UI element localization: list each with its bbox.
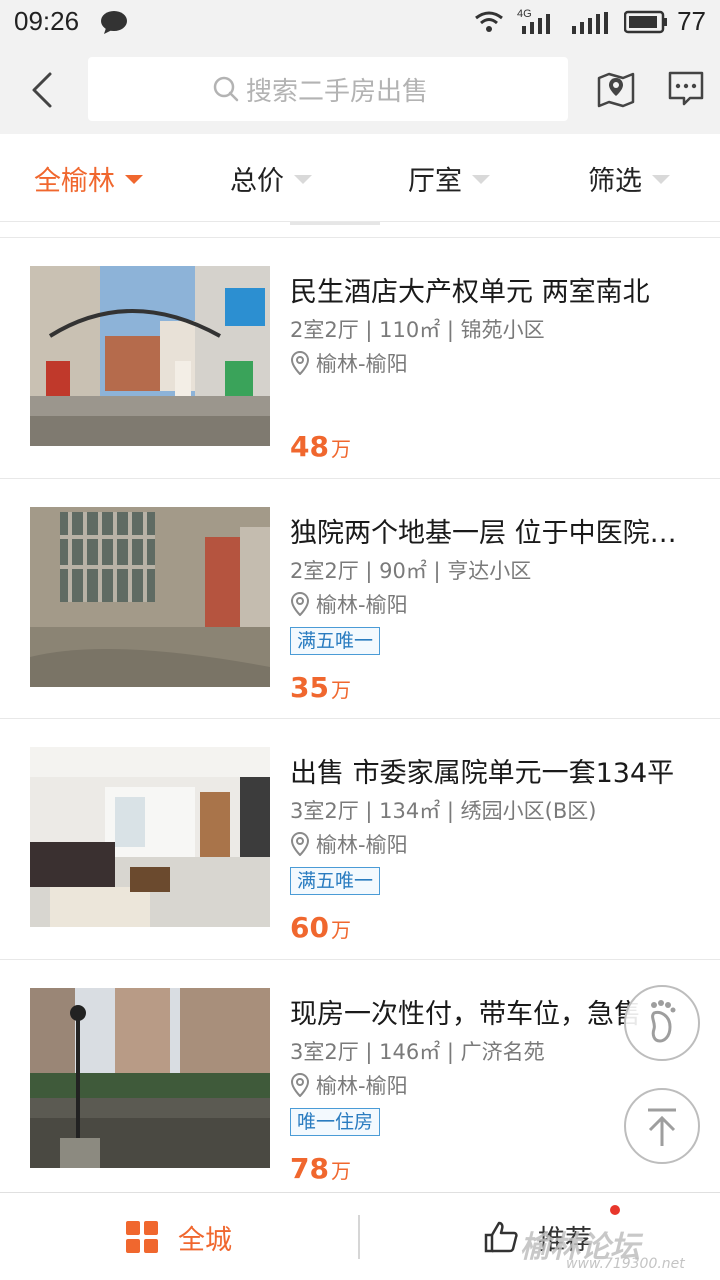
caret-down-icon [294, 174, 312, 184]
location-pin-icon [290, 832, 310, 856]
status-time: 09:26 [14, 6, 80, 36]
chevron-left-icon [32, 72, 52, 108]
battery-level: 77 [677, 6, 706, 36]
filter-region-label: 全榆林 [34, 165, 115, 197]
filter-more-label: 筛选 [588, 165, 642, 197]
status-bar: 09:26 4G 77 [0, 0, 720, 44]
listing-location-text: 榆林-榆阳 [316, 352, 408, 376]
caret-down-icon [472, 174, 490, 184]
wifi-icon [474, 10, 504, 38]
listing-price: 48 万 [290, 430, 351, 463]
map-pin-icon [597, 72, 635, 108]
listing-location: 榆林-榆阳 [290, 348, 408, 378]
listing-title: 独院两个地基一层 位于中医院附近 [290, 518, 690, 549]
listing-card[interactable]: 民生酒店大产权单元 两室南北 2室2厅 | 110㎡ | 锦苑小区 榆林-榆阳 … [0, 237, 720, 477]
listing-location-text: 榆林-榆阳 [316, 1074, 408, 1098]
thumbs-up-icon [484, 1221, 518, 1253]
price-unit: 万 [330, 678, 351, 702]
search-icon [213, 76, 239, 102]
listing-location: 榆林-榆阳 [290, 829, 408, 859]
location-pin-icon [290, 351, 310, 375]
listing-card[interactable]: 现房一次性付，带车位，急售 3室2厅 | 146㎡ | 广济名苑 榆林-榆阳 唯… [0, 959, 720, 1192]
signal-icon-2 [570, 12, 610, 38]
chat-bubble-icon [668, 71, 704, 106]
filter-rooms-label: 厅室 [408, 165, 462, 197]
listing-specs: 2室2厅 | 90㎡ | 亨达小区 [290, 559, 532, 583]
search-header: 搜索二手房出售 [0, 44, 720, 134]
location-pin-icon [290, 1073, 310, 1097]
search-input[interactable]: 搜索二手房出售 [88, 57, 568, 121]
listing-location-text: 榆林-榆阳 [316, 593, 408, 617]
listing-card[interactable]: 独院两个地基一层 位于中医院附近 2室2厅 | 90㎡ | 亨达小区 榆林-榆阳… [0, 478, 720, 718]
messages-button[interactable] [666, 68, 706, 108]
listing-tag: 满五唯一 [290, 867, 381, 895]
listing-list[interactable]: 民生酒店大产权单元 两室南北 2室2厅 | 110㎡ | 锦苑小区 榆林-榆阳 … [0, 222, 720, 1192]
grid-icon [126, 1221, 158, 1253]
back-to-top-button[interactable] [624, 1088, 700, 1164]
notification-dot [610, 1205, 620, 1215]
signal-icon-1 [520, 12, 556, 38]
battery-icon [623, 10, 668, 38]
listing-specs: 3室2厅 | 146㎡ | 广济名苑 [290, 1040, 545, 1064]
price-unit: 万 [330, 437, 351, 461]
listing-location-text: 榆林-榆阳 [316, 833, 408, 857]
price-value: 60 [290, 911, 329, 944]
tab-city[interactable]: 全城 [126, 1193, 232, 1280]
price-value: 35 [290, 671, 329, 704]
footprint-icon [651, 1000, 676, 1043]
listing-price: 35 万 [290, 671, 351, 704]
listing-specs: 2室2厅 | 110㎡ | 锦苑小区 [290, 318, 545, 342]
listing-location: 榆林-榆阳 [290, 589, 408, 619]
previous-item-edge [290, 222, 380, 225]
search-placeholder: 搜索二手房出售 [246, 77, 429, 107]
listing-card[interactable]: 出售 市委家属院单元一套134平 3室2厅 | 134㎡ | 绣园小区(B区) … [0, 718, 720, 958]
listing-photo [30, 266, 270, 446]
listing-specs: 3室2厅 | 134㎡ | 绣园小区(B区) [290, 799, 597, 823]
listing-photo [30, 507, 270, 687]
watermark-url: www.719300.net [566, 1256, 685, 1272]
filter-bar: 全榆林 总价 厅室 筛选 [0, 134, 720, 222]
listing-tag: 唯一住房 [290, 1108, 381, 1136]
listing-title: 出售 市委家属院单元一套134平 [290, 758, 675, 789]
listing-photo [30, 747, 270, 927]
listing-price: 78 万 [290, 1152, 351, 1185]
filter-rooms[interactable]: 厅室 [408, 134, 490, 222]
back-button[interactable] [20, 66, 68, 114]
listing-title: 民生酒店大产权单元 两室南北 [290, 277, 650, 308]
browsing-history-button[interactable] [624, 985, 700, 1061]
arrow-up-icon [648, 1108, 676, 1146]
location-pin-icon [290, 592, 310, 616]
filter-more[interactable]: 筛选 [588, 134, 670, 222]
caret-down-icon [125, 174, 143, 184]
price-unit: 万 [330, 1159, 351, 1183]
listing-price: 60 万 [290, 911, 351, 944]
listing-location: 榆林-榆阳 [290, 1070, 408, 1100]
price-value: 48 [290, 430, 329, 463]
tab-city-label: 全城 [178, 1224, 232, 1256]
map-button[interactable] [596, 68, 636, 108]
price-value: 78 [290, 1152, 329, 1185]
filter-region[interactable]: 全榆林 [34, 134, 143, 222]
tab-divider [358, 1215, 360, 1259]
listing-tag: 满五唯一 [290, 627, 381, 655]
price-unit: 万 [330, 918, 351, 942]
caret-down-icon [652, 174, 670, 184]
message-notification-icon [100, 10, 128, 38]
filter-total-price-label: 总价 [230, 165, 284, 197]
listing-photo [30, 988, 270, 1168]
filter-total-price[interactable]: 总价 [230, 134, 312, 222]
